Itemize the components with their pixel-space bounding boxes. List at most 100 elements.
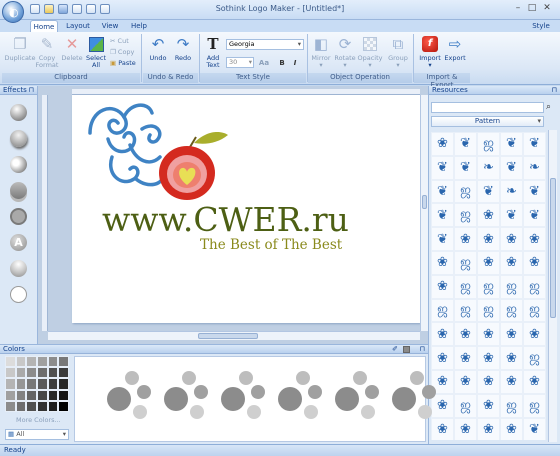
color-swatch[interactable] xyxy=(37,378,48,390)
undo-button[interactable]: ↶ Undo xyxy=(146,35,170,62)
search-icon[interactable]: ⌕ xyxy=(546,102,551,112)
pattern-thumbnail[interactable]: ❀ xyxy=(500,417,523,440)
pattern-thumbnail[interactable]: ❀ xyxy=(431,250,454,275)
pattern-thumbnail[interactable]: ❦ xyxy=(477,179,500,204)
pattern-thumbnail[interactable]: ❀ xyxy=(431,322,454,347)
color-swatch[interactable] xyxy=(26,367,37,379)
eyedropper-icon[interactable]: ✐ xyxy=(392,345,398,354)
style-menu[interactable]: Style xyxy=(530,20,552,32)
pattern-thumbnail[interactable]: ❦ xyxy=(500,155,523,180)
effect-shadow[interactable] xyxy=(10,130,27,147)
color-swatch[interactable] xyxy=(47,389,59,401)
color-swatch[interactable] xyxy=(37,367,48,379)
scroll-thumb[interactable] xyxy=(198,333,258,339)
tab-help[interactable]: Help xyxy=(128,20,150,32)
pattern-thumbnail[interactable]: ❀ xyxy=(500,322,523,347)
pattern-thumbnail[interactable]: ❀ xyxy=(477,227,500,251)
more-colors-link[interactable]: More Colors... xyxy=(16,416,61,424)
save-icon[interactable] xyxy=(58,4,68,14)
preview-sample[interactable] xyxy=(278,371,326,421)
logo-canvas[interactable]: www.CWER.ru The Best of The Best xyxy=(72,95,420,323)
color-swatch[interactable] xyxy=(58,389,69,401)
open-folder-icon[interactable] xyxy=(44,4,54,14)
preview-sample[interactable] xyxy=(221,371,269,421)
pattern-thumbnail[interactable]: ஜ xyxy=(454,179,477,204)
pattern-thumbnail[interactable]: ❀ xyxy=(500,346,523,370)
color-swatch[interactable] xyxy=(15,389,27,401)
close-button[interactable]: ✕ xyxy=(541,3,553,14)
pattern-thumbnail[interactable]: ❀ xyxy=(431,132,454,156)
pattern-thumbnail[interactable]: ❦ xyxy=(431,227,454,251)
rotate-button[interactable]: ⟳ Rotate ▾ xyxy=(334,35,356,69)
pattern-thumbnail[interactable]: ❀ xyxy=(454,322,477,347)
pattern-thumbnail[interactable]: ❀ xyxy=(477,369,500,394)
pattern-thumbnail[interactable]: ❀ xyxy=(431,274,454,299)
font-size-adjust-button[interactable]: Aa xyxy=(257,58,271,68)
select-all-button[interactable]: Select All xyxy=(84,35,108,69)
pattern-thumbnail[interactable]: ஜ xyxy=(523,346,546,370)
mirror-button[interactable]: ◧ Mirror ▾ xyxy=(310,35,332,69)
color-swatch[interactable] xyxy=(26,400,37,412)
color-swatch[interactable] xyxy=(15,367,27,379)
pattern-thumbnail[interactable]: ❀ xyxy=(477,417,500,440)
pattern-thumbnail[interactable]: ❀ xyxy=(500,369,523,394)
cut-button[interactable]: ✂ Cut xyxy=(110,36,129,47)
tab-layout[interactable]: Layout xyxy=(64,20,92,32)
effect-glass[interactable] xyxy=(10,260,27,277)
resource-category-select[interactable]: Pattern ▾ xyxy=(431,116,544,127)
preview-sample[interactable] xyxy=(107,371,155,421)
pin-icon[interactable]: ⊓ xyxy=(29,86,34,95)
pattern-thumbnail[interactable]: ❀ xyxy=(477,322,500,347)
duplicate-button[interactable]: ❐ Duplicate xyxy=(4,35,36,62)
effect-reflection[interactable] xyxy=(10,182,27,199)
pattern-thumbnail[interactable]: ❧ xyxy=(523,155,546,180)
pattern-thumbnail[interactable]: ❀ xyxy=(477,203,500,228)
preview-sample[interactable] xyxy=(335,371,383,421)
pattern-thumbnail[interactable]: ❦ xyxy=(523,179,546,204)
color-swatch[interactable] xyxy=(58,367,69,379)
print-icon[interactable] xyxy=(72,4,82,14)
pattern-thumbnail[interactable]: ❦ xyxy=(431,155,454,180)
pattern-thumbnail[interactable]: ❀ xyxy=(454,369,477,394)
italic-button[interactable]: I xyxy=(290,58,300,68)
pattern-thumbnail[interactable]: ஜ xyxy=(523,298,546,323)
pattern-thumbnail[interactable]: ❦ xyxy=(431,179,454,204)
pattern-thumbnail[interactable]: ❀ xyxy=(431,346,454,370)
pattern-thumbnail[interactable]: ❀ xyxy=(477,346,500,370)
pattern-thumbnail[interactable]: ❀ xyxy=(477,250,500,275)
redo-button[interactable]: ↷ Redo xyxy=(171,35,195,62)
application-menu-button[interactable]: ◐ xyxy=(2,1,24,23)
pattern-thumbnail[interactable]: ஜ xyxy=(477,274,500,299)
pattern-thumbnail[interactable]: ❦ xyxy=(523,132,546,156)
pattern-thumbnail[interactable]: ❦ xyxy=(500,203,523,228)
tab-view[interactable]: View xyxy=(98,20,122,32)
color-swatch[interactable] xyxy=(47,367,59,379)
opacity-button[interactable]: Opacity ▾ xyxy=(357,35,383,69)
color-swatch[interactable] xyxy=(5,389,16,401)
pattern-thumbnail[interactable]: ❀ xyxy=(500,250,523,275)
pattern-thumbnail[interactable]: ❀ xyxy=(523,322,546,347)
color-swatch[interactable] xyxy=(26,378,37,390)
palette-filter-select[interactable]: ▦ All ▾ xyxy=(5,429,69,440)
copy-format-button[interactable]: ✎ Copy Format xyxy=(35,35,59,69)
redo-quick-icon[interactable] xyxy=(100,4,110,14)
pattern-thumbnail[interactable]: ❀ xyxy=(454,346,477,370)
color-swatch[interactable] xyxy=(15,356,27,368)
font-family-select[interactable]: Georgia ▾ xyxy=(226,39,304,50)
pattern-thumbnail[interactable]: ❦ xyxy=(431,203,454,228)
canvas-vertical-scrollbar[interactable] xyxy=(420,95,428,331)
color-swatch[interactable] xyxy=(37,356,48,368)
color-swatch[interactable] xyxy=(5,356,16,368)
add-text-button[interactable]: T Add Text xyxy=(202,35,224,69)
color-swatch[interactable] xyxy=(47,356,59,368)
color-swatch[interactable] xyxy=(15,400,27,412)
bold-button[interactable]: B xyxy=(277,58,287,68)
paste-button[interactable]: ▣ Paste xyxy=(110,58,136,69)
pattern-thumbnail[interactable]: ஜ xyxy=(500,298,523,323)
effect-outline[interactable] xyxy=(10,208,27,225)
new-file-icon[interactable] xyxy=(30,4,40,14)
resources-scrollbar[interactable] xyxy=(548,130,557,442)
import-button[interactable]: f Import ▾ xyxy=(418,35,442,69)
pattern-thumbnail[interactable]: ஜ xyxy=(500,274,523,299)
color-swatch[interactable] xyxy=(5,400,16,412)
